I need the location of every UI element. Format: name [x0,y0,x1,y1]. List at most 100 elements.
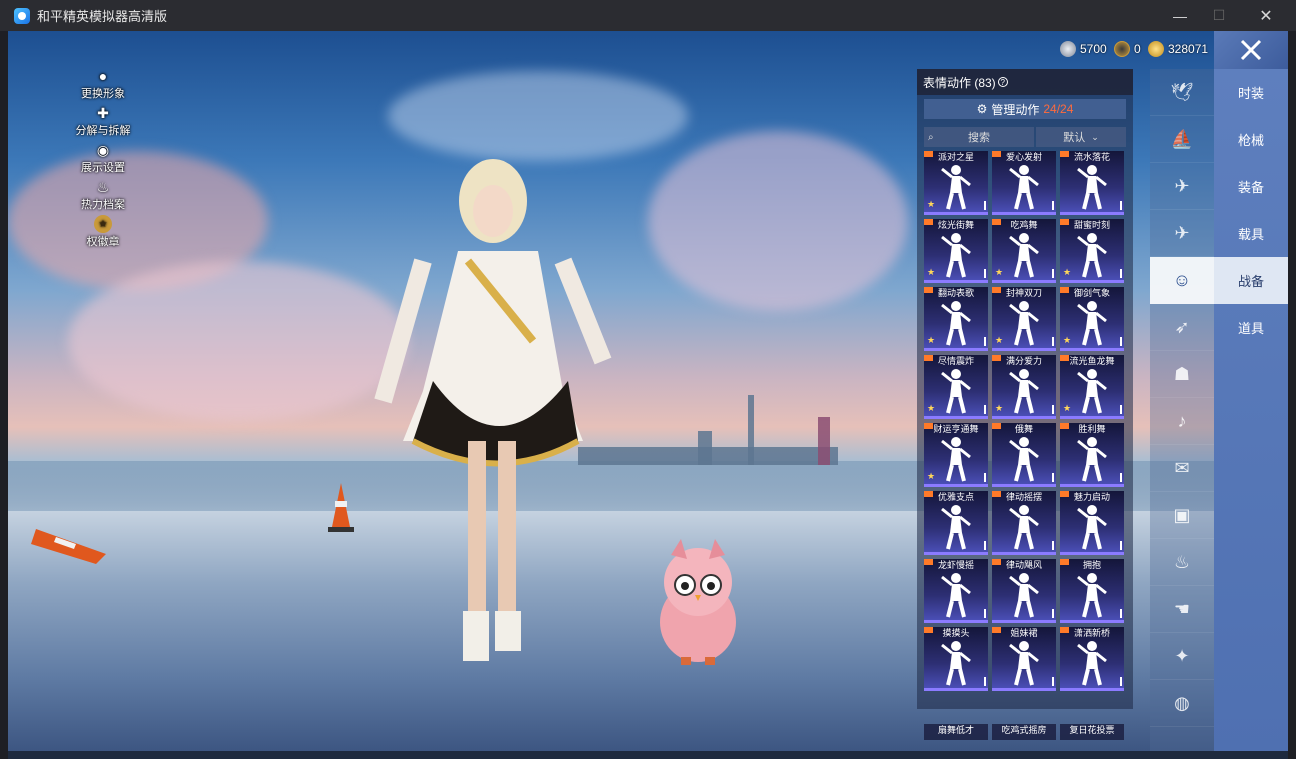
jet-icon: ➶ [1174,316,1190,337]
disassemble-button[interactable]: ✚ 分解与拆解 [68,104,138,141]
icon-tab-robot[interactable]: ☗ [1150,351,1214,398]
bottom-strip [8,751,1288,759]
icon-tab-ufo[interactable]: ◍ [1150,680,1214,727]
star-icon: ★ [995,267,1004,277]
emote-card[interactable]: 吃鸡舞 ★ [992,219,1056,283]
count-indicator [1120,473,1122,482]
dancer-silhouette-icon [941,505,971,550]
change-appearance-button[interactable]: ● 更换形象 [68,67,138,104]
emote-card[interactable]: 姐妹裙 [992,627,1056,691]
sort-dropdown[interactable]: 默认 ⌄ [1036,127,1126,147]
icon-tab-boat[interactable]: ⛵ [1150,116,1214,163]
boat-icon: ⛵ [1170,128,1194,149]
puzzle-icon: ✚ [97,104,109,121]
badge-button[interactable]: ★ 权徽章 [68,215,138,252]
emote-name: 魅力启动 [1073,492,1110,502]
emote-card[interactable]: 魅力启动 [1060,491,1124,555]
emote-card[interactable]: 爱心发射 [992,151,1056,215]
category-vehicles[interactable]: 载具 [1214,210,1288,257]
icon-tab-smiley[interactable]: ☺ [1150,257,1214,304]
count-indicator [1120,337,1122,346]
dancer-silhouette-icon [1009,369,1039,414]
emote-grid-partial-row: 扇舞低才 吃鸡式摇房 复日花投票 [924,724,1132,740]
icon-tab-jet[interactable]: ➶ [1150,304,1214,351]
emote-card[interactable]: 律动飓风 [992,559,1056,623]
emote-name: 胜利舞 [1078,424,1106,434]
emote-card[interactable]: 流光鱼龙舞 ★ [1060,355,1124,419]
silver-coin-icon [1060,41,1076,57]
emote-card[interactable]: 封神双刀 ★ [992,287,1056,351]
category-weapons[interactable]: 枪械 [1214,116,1288,163]
emote-card[interactable]: 炫光街舞 ★ [924,219,988,283]
emote-card[interactable]: 翻动表歌 ★ [924,287,988,351]
emote-name: 优雅支点 [937,492,974,502]
emote-card[interactable]: 御剑气象 ★ [1060,287,1124,351]
emote-name: 派对之星 [937,152,974,162]
category-battle-prep[interactable]: 战备 [1214,257,1288,304]
manage-emotes-button[interactable]: ⚙ 管理动作 24/24 [924,99,1126,119]
count-indicator [1052,201,1054,210]
emote-card[interactable]: 财运亨通舞 ★ [924,423,988,487]
emote-card[interactable]: 复日花投票 [1060,724,1124,740]
game-viewport[interactable]: 5700 0 328071 ● 更换形象 ✚ 分解与拆解 ◉ 展示设置 ♨ 热力… [8,31,1288,751]
count-indicator [984,405,986,414]
count-indicator [1120,677,1122,686]
icon-tab-drone[interactable]: ✈ [1150,163,1214,210]
emote-card[interactable]: 胜利舞 [1060,423,1124,487]
emote-card[interactable]: 流水落花 [1060,151,1124,215]
emote-name: 俄舞 [1014,424,1033,434]
emote-card[interactable]: 满分爱力 ★ [992,355,1056,419]
emote-card[interactable]: 派对之星 ★ [924,151,988,215]
star-icon: ★ [927,267,936,277]
emote-card[interactable]: 吃鸡式摇房 [992,724,1056,740]
icon-tab-chat[interactable]: ✉ [1150,445,1214,492]
count-indicator [984,473,986,482]
icon-tab-speaker[interactable]: ♪ [1150,398,1214,445]
speaker-icon: ♪ [1177,410,1187,431]
icon-tab-plane[interactable]: ✈ [1150,210,1214,257]
emote-name: 复日花投票 [1069,725,1115,735]
icon-tab-hand[interactable]: ☚ [1150,586,1214,633]
count-indicator [1120,541,1122,550]
emote-card[interactable]: 律动摇摆 [992,491,1056,555]
category-equipment[interactable]: 装备 [1214,163,1288,210]
medal-coin-icon [1114,41,1130,57]
cloud-shape [68,261,408,421]
emote-card[interactable]: 俄舞 [992,423,1056,487]
emote-name: 扇舞低才 [937,725,974,735]
maximize-button[interactable]: ☐ [1196,0,1242,31]
emote-card[interactable]: 潇洒新桥 [1060,627,1124,691]
search-input[interactable]: ⌕ 搜索 [924,127,1034,147]
emote-card[interactable]: 优雅支点 [924,491,988,555]
player-character[interactable] [363,141,633,681]
count-indicator [1052,269,1054,278]
ufo-icon: ◍ [1174,692,1190,713]
emote-card[interactable]: 拥抱 [1060,559,1124,623]
pet-companion[interactable] [653,537,743,667]
emote-card[interactable]: 龙虾慢摇 [924,559,988,623]
gear-icon: ⚙ [976,102,988,116]
category-items[interactable]: 道具 [1214,304,1288,351]
emote-card[interactable]: 摸摸头 [924,627,988,691]
count-indicator [1120,269,1122,278]
display-settings-button[interactable]: ◉ 展示设置 [68,141,138,178]
emote-name: 甜蜜时刻 [1073,220,1110,230]
icon-tab-photo[interactable]: ▣ [1150,492,1214,539]
close-panel-button[interactable] [1214,31,1288,69]
emote-name: 封神双刀 [1005,288,1042,298]
cloud-shape [648,131,908,311]
emote-name: 流水落花 [1073,152,1110,162]
close-window-button[interactable]: ✕ [1243,0,1289,31]
robot-icon: ☗ [1173,363,1191,384]
emote-card[interactable]: 甜蜜时刻 ★ [1060,219,1124,283]
count-indicator [984,201,986,210]
icon-tab-extinguisher[interactable]: ♨ [1150,539,1214,586]
emote-card[interactable]: 尽情震炸 ★ [924,355,988,419]
icon-tab-bird[interactable]: 🕊 [1150,69,1214,116]
icon-tab-wand[interactable]: ✦ [1150,633,1214,680]
count-indicator [984,677,986,686]
emote-card[interactable]: 扇舞低才 [924,724,988,740]
category-fashion[interactable]: 时装 [1214,69,1288,116]
help-icon[interactable]: ? [997,77,1008,87]
heat-archive-button[interactable]: ♨ 热力档案 [68,178,138,215]
